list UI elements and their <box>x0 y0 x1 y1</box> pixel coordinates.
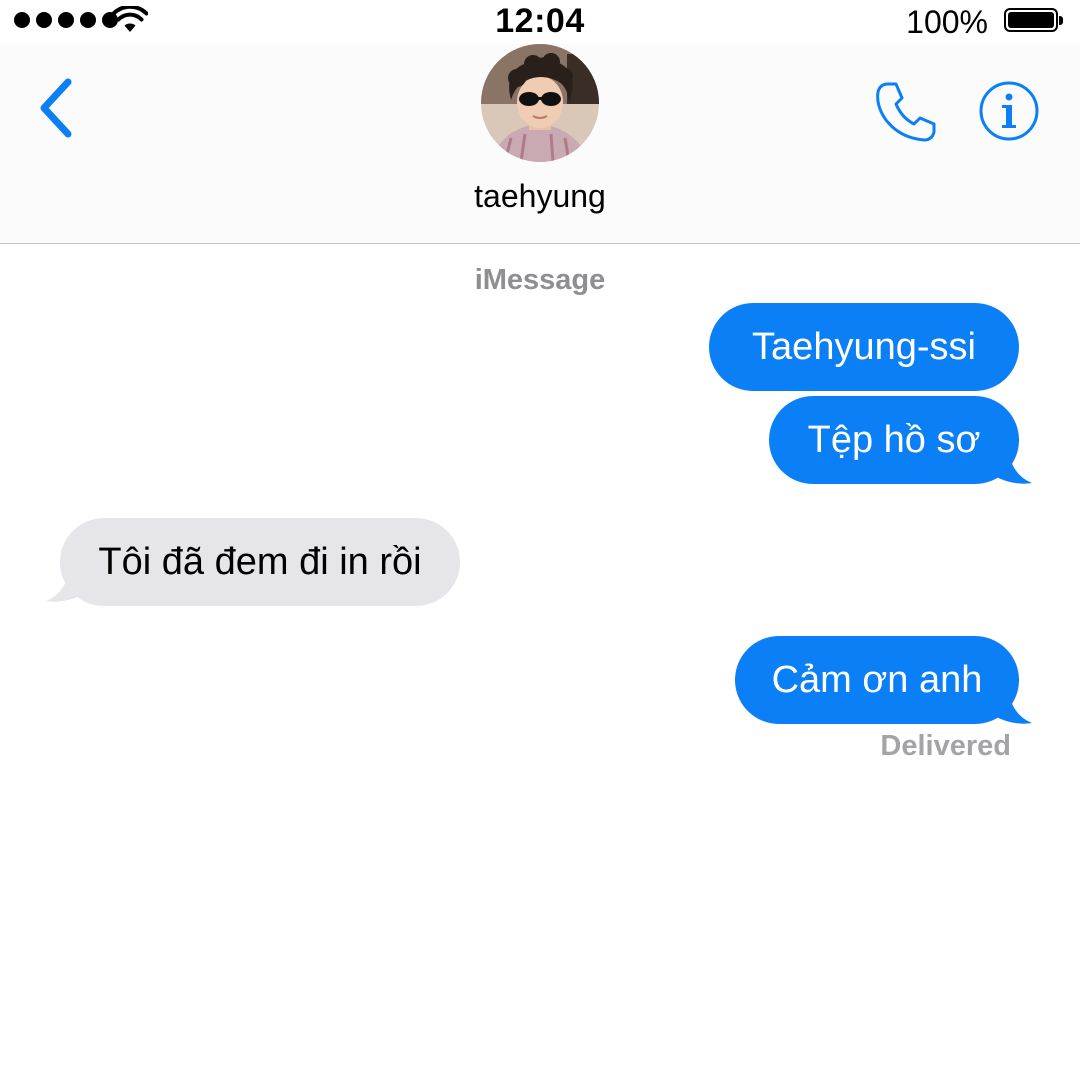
contact-name[interactable]: taehyung <box>0 178 1080 215</box>
info-icon <box>979 81 1039 141</box>
conversation-header: taehyung <box>0 44 1080 244</box>
message-bubble-received[interactable]: Tôi đã đem đi in rồi <box>60 518 460 606</box>
chevron-left-icon <box>40 78 72 138</box>
delivery-status: Delivered <box>880 730 1011 762</box>
battery-percentage: 100% <box>906 4 988 40</box>
service-label: iMessage <box>474 264 606 296</box>
status-bar: 12:04 100% <box>0 0 1080 44</box>
bubble-tail <box>46 564 84 602</box>
bubble-tail <box>994 446 1032 484</box>
message-bubble-sent[interactable]: Cảm ơn anh <box>735 636 1019 724</box>
battery-icon <box>1004 8 1063 32</box>
phone-icon <box>876 82 936 142</box>
back-button[interactable] <box>34 74 80 142</box>
message-bubble-sent[interactable]: Tệp hồ sơ <box>769 396 1019 484</box>
info-button[interactable] <box>978 80 1040 142</box>
call-button[interactable] <box>872 78 938 144</box>
bubble-tail <box>994 686 1032 724</box>
message-bubble-sent[interactable]: Taehyung-ssi <box>709 303 1019 391</box>
contact-avatar[interactable] <box>481 44 599 162</box>
